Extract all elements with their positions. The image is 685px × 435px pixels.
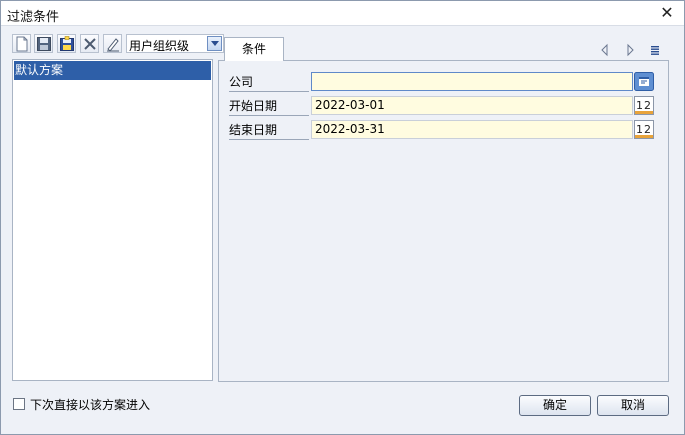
company-label: 公司 [229,72,309,92]
end-date-label: 结束日期 [229,120,309,140]
remember-plan-label: 下次直接以该方案进入 [30,398,151,412]
plan-toolbar: 用户组织级 [12,34,224,54]
start-date-field[interactable]: 2022-03-01 [311,96,633,115]
edit-icon [107,38,119,52]
cancel-button[interactable]: 取消 [597,395,669,416]
svg-text:1: 1 [636,99,643,112]
delete-icon [84,38,96,50]
calendar-icon[interactable]: 1 2 [634,120,654,139]
svg-text:2: 2 [644,99,651,112]
delete-plan-button[interactable] [80,34,99,53]
prev-tab-icon[interactable] [599,43,611,57]
tab-conditions[interactable]: 条件 [224,37,284,61]
close-icon[interactable]: ✕ [658,4,676,22]
save-as-plan-button[interactable] [57,34,76,53]
title-bar: 过滤条件 ✕ [1,1,684,26]
list-item[interactable]: 默认方案 [14,61,211,80]
chevron-down-icon[interactable] [207,36,222,51]
dialog-title: 过滤条件 [7,10,60,25]
lookup-icon[interactable] [634,72,654,91]
plan-scope-select[interactable]: 用户组织级 [126,34,224,53]
start-date-label: 开始日期 [229,96,309,116]
new-plan-button[interactable] [12,34,31,53]
remember-plan-checkbox[interactable] [13,398,25,410]
save-plan-button[interactable] [34,34,53,53]
end-date-field[interactable]: 2022-03-31 [311,120,633,139]
tab-navigation [599,43,661,57]
save-as-icon [60,36,74,51]
svg-text:1: 1 [636,123,643,136]
conditions-panel: 公司 开始日期 2022-03-01 1 2 结束日期 2022-03-31 1… [218,60,669,382]
plan-scope-value: 用户组织级 [129,39,190,53]
save-icon [37,37,51,51]
company-field[interactable] [311,72,633,91]
next-tab-icon[interactable] [624,43,636,57]
calendar-icon[interactable]: 1 2 [634,96,654,115]
new-file-icon [16,36,28,52]
svg-text:2: 2 [644,123,651,136]
plan-list: 默认方案 [12,59,213,381]
tab-list-icon[interactable] [649,43,661,57]
filter-dialog: 过滤条件 ✕ 用户组织级 默认方案 条件 公司 开始日期 2022-03-01 … [0,0,685,435]
ok-button[interactable]: 确定 [519,395,591,416]
rename-plan-button[interactable] [103,34,122,53]
